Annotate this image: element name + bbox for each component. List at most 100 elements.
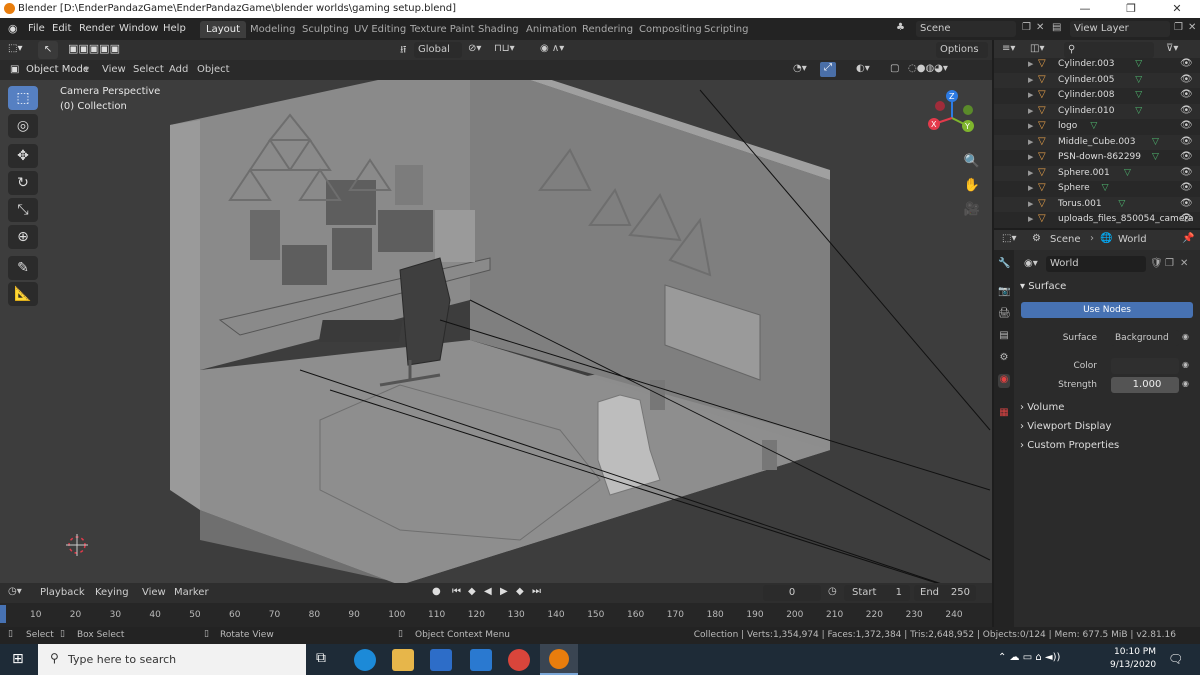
mode-dropdown[interactable]: Object Mode [26, 64, 89, 75]
visibility-eye-icon[interactable]: 👁 [1180, 89, 1193, 100]
render-tab-icon[interactable]: 📷 [998, 286, 1010, 300]
scene-field[interactable]: Scene [916, 21, 1016, 37]
task-view-icon[interactable]: ⧉ [316, 650, 326, 666]
expand-arrow-icon[interactable]: ▶ [1028, 60, 1033, 68]
play-reverse-icon[interactable]: ◀ [484, 586, 492, 597]
measure-tool[interactable]: 📐 [8, 282, 38, 306]
menu-window[interactable]: Window [119, 23, 158, 34]
expand-arrow-icon[interactable]: ▶ [1028, 138, 1033, 146]
cursor-tool[interactable]: ◎ [8, 114, 38, 138]
outliner-row[interactable]: ▶ ▽ Torus.001 ▽ 👁 [994, 196, 1200, 212]
volume-panel-header[interactable]: › Volume [1020, 399, 1196, 417]
menu-playback[interactable]: Playback [40, 587, 85, 598]
visibility-eye-icon[interactable]: 👁 [1180, 58, 1193, 69]
pan-hand-icon[interactable]: ✋ [960, 174, 984, 198]
outliner-editor-icon[interactable]: ≡▾ [1002, 43, 1015, 54]
properties-editor-icon[interactable]: ⬚▾ [1002, 233, 1016, 244]
proportional-edit-icon[interactable]: ◉ ∧▾ [540, 43, 564, 54]
delete-scene-icon[interactable]: ✕ [1036, 22, 1044, 33]
tab-rendering[interactable]: Rendering [576, 21, 639, 38]
duplicate-world-icon[interactable]: ❐ [1165, 258, 1174, 269]
color-link-icon[interactable]: ◉ [1182, 360, 1189, 369]
playhead[interactable] [0, 605, 6, 623]
overlay-toggle-icon[interactable]: ◐▾ [856, 63, 870, 74]
menu-edit[interactable]: Edit [52, 23, 71, 34]
viewport-display-panel-header[interactable]: › Viewport Display [1020, 418, 1196, 436]
timeline[interactable]: ◷▾ Playback Keying View Marker ● ⏮ ◆ ◀ ▶… [0, 583, 992, 627]
expand-arrow-icon[interactable]: ▶ [1028, 122, 1033, 130]
view-layer-tab-icon[interactable]: ▤ [998, 330, 1010, 344]
visibility-eye-icon[interactable]: 👁 [1180, 198, 1193, 209]
outliner-row[interactable]: ▶ ▽ PSN-down-862299 ▽ 👁 [994, 150, 1200, 166]
record-icon[interactable]: ● [432, 586, 441, 597]
jump-start-icon[interactable]: ⏮ [452, 586, 461, 597]
windows-start-icon[interactable]: ⊞ [12, 651, 24, 667]
edge-icon[interactable] [354, 649, 376, 671]
annotate-tool[interactable]: ✎ [8, 256, 38, 280]
menu-view[interactable]: View [142, 587, 166, 598]
tab-modeling[interactable]: Modeling [244, 21, 302, 38]
outliner-row[interactable]: ▶ ▽ Sphere.001 ▽ 👁 [994, 165, 1200, 181]
outliner-row[interactable]: ▶▽uploads_files_850054👁 [994, 227, 1200, 228]
delete-view-layer-icon[interactable]: ✕ [1188, 22, 1196, 33]
blender-taskbar-button[interactable] [540, 644, 578, 675]
move-tool[interactable]: ✥ [8, 144, 38, 168]
next-keyframe-icon[interactable]: ◆ [516, 586, 524, 597]
outliner-search-input[interactable]: ⚲ [1064, 42, 1154, 58]
visibility-eye-icon[interactable]: 👁 [1180, 74, 1193, 85]
shading-modes-icon[interactable]: ◌●◍◕▾ [908, 63, 948, 74]
color-swatch[interactable] [1111, 358, 1179, 374]
custom-properties-panel-header[interactable]: › Custom Properties [1020, 437, 1196, 455]
surface-link-icon[interactable]: ◉ [1182, 332, 1189, 341]
surface-panel-header[interactable]: ▾ Surface [1020, 278, 1196, 296]
snap-icon[interactable]: ⊓⊔▾ [494, 43, 515, 54]
world-name-field[interactable]: World [1046, 256, 1146, 272]
menu-render[interactable]: Render [79, 23, 115, 34]
tab-texture-paint[interactable]: Texture Paint [404, 21, 481, 38]
zoom-icon[interactable]: 🔍 [960, 150, 984, 174]
outliner-row[interactable]: ▶ ▽ Cylinder.003 ▽ 👁 [994, 57, 1200, 73]
timeline-editor-icon[interactable]: ◷▾ [8, 586, 22, 597]
tool-tab-icon[interactable]: 🔧 [998, 258, 1010, 272]
strength-link-icon[interactable]: ◉ [1182, 379, 1189, 388]
tab-compositing[interactable]: Compositing [633, 21, 708, 38]
new-scene-icon[interactable]: ❐ [1022, 22, 1031, 33]
world-tab-icon[interactable]: ◉ [998, 374, 1010, 388]
use-nodes-button[interactable]: Use Nodes [1021, 302, 1193, 318]
tab-layout[interactable]: Layout [200, 21, 246, 38]
visibility-eye-icon[interactable]: 👁 [1180, 151, 1193, 162]
expand-arrow-icon[interactable]: ▶ [1028, 107, 1033, 115]
outliner-row[interactable]: ▶ ▽ logo ▽ 👁 [994, 119, 1200, 135]
menu-file[interactable]: File [28, 23, 45, 34]
minimize-button[interactable]: — [1062, 0, 1108, 18]
texture-tab-icon[interactable]: ▦ [998, 407, 1010, 421]
select-box-tool[interactable]: ⬚ [8, 86, 38, 110]
editor-type-icon[interactable]: ⬚▾ [8, 43, 22, 54]
notification-icon[interactable]: 🗨 [1168, 652, 1183, 666]
end-frame-field[interactable]: End 250 [914, 585, 976, 601]
clock-date[interactable]: 9/13/2020 [1110, 660, 1156, 670]
menu-object[interactable]: Object [197, 64, 230, 75]
output-tab-icon[interactable]: 🖨 [998, 308, 1011, 322]
navigation-gizmo[interactable]: Z Y X [922, 88, 982, 148]
transform-tool[interactable]: ⊕ [8, 225, 38, 249]
options-dropdown[interactable]: Options [936, 42, 988, 58]
display-mode-icon[interactable]: ◫▾ [1030, 43, 1044, 54]
close-button[interactable]: ✕ [1154, 0, 1200, 18]
rotate-tool[interactable]: ↻ [8, 171, 38, 195]
scale-tool[interactable]: ⤡ [8, 198, 38, 222]
current-frame-field[interactable]: 0 [763, 585, 821, 601]
outliner-row[interactable]: ▶ ▽ Cylinder.008 ▽ 👁 [994, 88, 1200, 104]
tab-animation[interactable]: Animation [520, 21, 583, 38]
expand-arrow-icon[interactable]: ▶ [1028, 169, 1033, 177]
store-icon[interactable] [430, 649, 452, 671]
file-explorer-icon[interactable] [392, 649, 414, 671]
expand-arrow-icon[interactable]: ▶ [1028, 200, 1033, 208]
expand-arrow-icon[interactable]: ▶ [1028, 153, 1033, 161]
camera-view-icon[interactable]: 🎥 [960, 198, 984, 222]
visibility-icon[interactable]: ◔▾ [793, 63, 807, 74]
pin-icon[interactable]: 📌 [1182, 233, 1194, 244]
tab-scripting[interactable]: Scripting [698, 21, 754, 38]
outliner-row[interactable]: ▶ ▽ Cylinder.005 ▽ 👁 [994, 72, 1200, 88]
filter-icon[interactable]: ⊽▾ [1166, 43, 1178, 54]
